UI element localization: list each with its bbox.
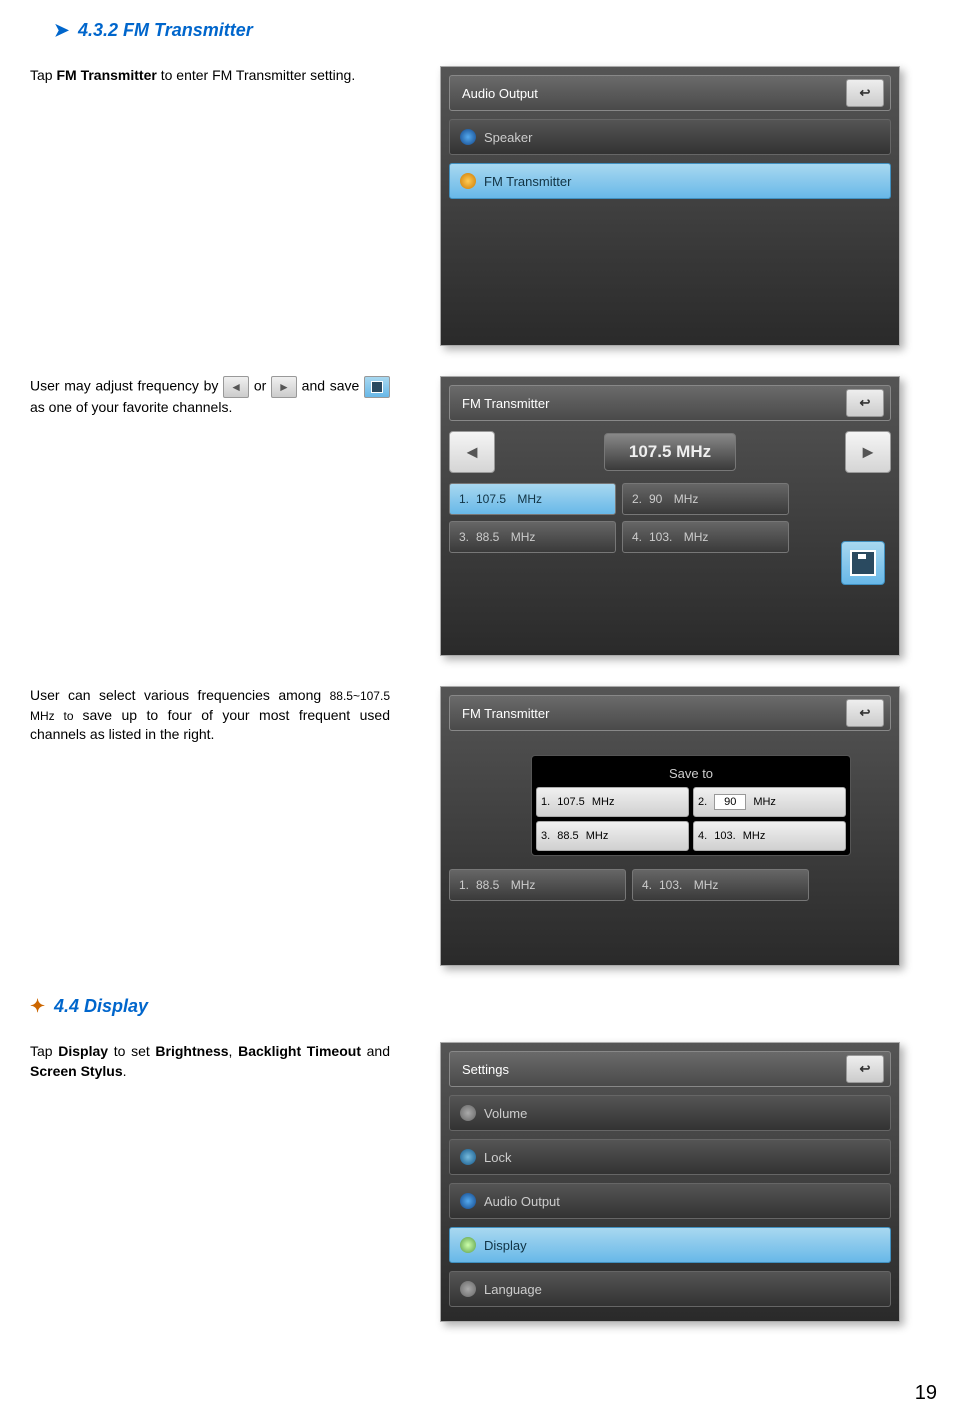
save-to-popup: Save to 1. 107.5 MHz 2. 90 MHz 3. 88.5 M… [531, 755, 851, 856]
screen4-title: Settings [462, 1062, 509, 1077]
volume-icon [460, 1105, 476, 1121]
current-frequency: 107.5 MHz [604, 433, 736, 471]
arrow-bullet-icon: ➤ [54, 20, 78, 41]
menu-item-lock[interactable]: Lock [449, 1139, 891, 1175]
back-button[interactable]: ↩ [846, 1055, 884, 1083]
bg-preset[interactable]: 1.88.5 MHz [449, 869, 626, 901]
screen1-title: Audio Output [462, 86, 538, 101]
bg-preset[interactable]: 4.103. MHz [632, 869, 809, 901]
screen3-title: FM Transmitter [462, 706, 549, 721]
plus-bullet-icon: ✦ [30, 996, 54, 1017]
para-adjust-freq: User may adjust frequency by ◄ or ► and … [30, 376, 390, 418]
fm-icon [460, 173, 476, 189]
freq-up-button[interactable]: ► [845, 431, 891, 473]
popup-slot-2[interactable]: 2. 90 MHz [693, 787, 846, 817]
back-button[interactable]: ↩ [846, 699, 884, 727]
lock-icon [460, 1149, 476, 1165]
language-icon [460, 1281, 476, 1297]
para-save-presets: User can select various frequencies amon… [30, 686, 390, 745]
popup-slot-3[interactable]: 3. 88.5 MHz [536, 821, 689, 851]
audio-output-icon [460, 1193, 476, 1209]
heading-4-4: ✦4.4 Display [30, 996, 937, 1017]
menu-item-language[interactable]: Language [449, 1271, 891, 1307]
menu-item-display[interactable]: Display [449, 1227, 891, 1263]
display-icon [460, 1237, 476, 1253]
menu-item-fm-transmitter[interactable]: FM Transmitter [449, 163, 891, 199]
para-display: Tap Display to set Brightness, Backlight… [30, 1042, 390, 1081]
preset-3[interactable]: 3.88.5 MHz [449, 521, 616, 553]
menu-item-volume[interactable]: Volume [449, 1095, 891, 1131]
back-button[interactable]: ↩ [846, 79, 884, 107]
para-enter-fm: Tap FM Transmitter to enter FM Transmitt… [30, 66, 390, 86]
inline-right-arrow-icon: ► [271, 376, 297, 398]
menu-item-audio-output[interactable]: Audio Output [449, 1183, 891, 1219]
screenshot-settings: Settings ↩ Volume Lock Audio Output Disp… [440, 1042, 900, 1322]
popup-title: Save to [536, 760, 846, 787]
screenshot-audio-output: Audio Output ↩ Speaker FM Transmitter [440, 66, 900, 346]
preset-1[interactable]: 1.107.5 MHz [449, 483, 616, 515]
preset-4[interactable]: 4.103. MHz [622, 521, 789, 553]
preset-2[interactable]: 2.90 MHz [622, 483, 789, 515]
screenshot-fm-tuner: FM Transmitter ↩ ◄ 107.5 MHz ► 1.107.5 M… [440, 376, 900, 656]
inline-save-icon [364, 376, 390, 398]
speaker-icon [460, 129, 476, 145]
freq-down-button[interactable]: ◄ [449, 431, 495, 473]
page-number: 19 [30, 1382, 937, 1405]
save-button[interactable] [841, 541, 885, 585]
screenshot-save-to: FM Transmitter ↩ 1.88.5 MHz 4.103. MHz S… [440, 686, 900, 966]
inline-left-arrow-icon: ◄ [223, 376, 249, 398]
popup-slot-1[interactable]: 1. 107.5 MHz [536, 787, 689, 817]
floppy-icon [850, 550, 876, 576]
screen2-title: FM Transmitter [462, 396, 549, 411]
freq-input[interactable]: 90 [714, 794, 746, 810]
heading-4-3-2: ➤4.3.2 FM Transmitter [54, 20, 937, 41]
back-button[interactable]: ↩ [846, 389, 884, 417]
popup-slot-4[interactable]: 4. 103. MHz [693, 821, 846, 851]
menu-item-speaker[interactable]: Speaker [449, 119, 891, 155]
